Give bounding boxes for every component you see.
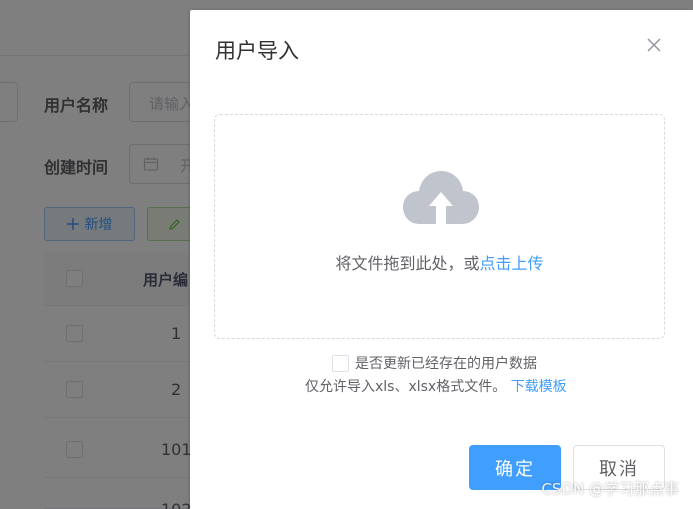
update-existing-checkbox[interactable] — [332, 354, 349, 372]
upload-hint-text: 将文件拖到此处，或 — [335, 254, 480, 273]
click-upload-link[interactable]: 点击上传 — [480, 254, 544, 273]
watermark: CSDN @学习那点事 — [541, 480, 679, 498]
update-existing-label: 是否更新已经存在的用户数据 — [355, 356, 537, 372]
close-icon[interactable] — [645, 36, 663, 54]
user-import-dialog: 用户导入 将文件拖到此处，或点击上传 是否更新已经存在的用户数据 仅允许导入xl… — [190, 10, 693, 509]
download-template-link[interactable]: 下载模板 — [511, 379, 567, 395]
upload-cloud-icon — [403, 171, 479, 224]
upload-dropzone[interactable]: 将文件拖到此处，或点击上传 — [214, 114, 665, 339]
update-existing-option[interactable]: 是否更新已经存在的用户数据 — [332, 353, 537, 373]
upload-hint: 将文件拖到此处，或点击上传 — [215, 250, 664, 274]
format-tip: 仅允许导入xls、xlsx格式文件。 下载模板 — [305, 376, 567, 396]
format-tip-text: 仅允许导入xls、xlsx格式文件。 — [305, 379, 507, 395]
dialog-title: 用户导入 — [215, 39, 299, 63]
